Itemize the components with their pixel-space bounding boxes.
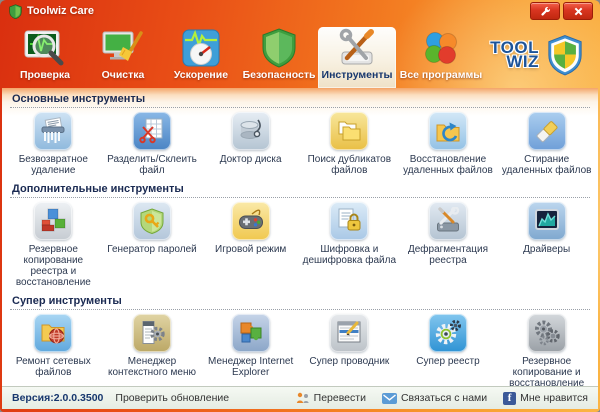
- close-button[interactable]: [563, 2, 593, 20]
- context-menu-manager-icon: [133, 314, 171, 352]
- app-shield-icon: [9, 4, 22, 19]
- game-mode-icon: [232, 202, 270, 240]
- tool-registry-defrag[interactable]: Дефрагментация реестра: [399, 202, 498, 288]
- facebook-like-link[interactable]: f Мне нравится: [503, 392, 588, 405]
- nav-tab-all-programs[interactable]: Все программы: [396, 27, 486, 88]
- shredder-icon: [34, 112, 72, 150]
- nav-tab-tools[interactable]: Инструменты: [318, 27, 396, 88]
- nav-tabs: Проверка Очистка Ускорение Безопасность …: [6, 22, 486, 88]
- tool-context-menu-manager[interactable]: Менеджер контекстного меню: [103, 314, 202, 386]
- tool-mbr-backup[interactable]: Резервное копирование и восстановление M…: [497, 314, 596, 386]
- logo-line2: WIZ: [490, 55, 539, 69]
- split-merge-icon: [133, 112, 171, 150]
- tool-restore-files[interactable]: Восстановление удаленных файлов: [399, 112, 498, 176]
- translate-link[interactable]: Перевести: [296, 392, 366, 404]
- drivers-icon: [528, 202, 566, 240]
- toolwiz-care-window: Toolwiz Care Проверка Очистка Ускорение …: [0, 0, 600, 412]
- close-icon: [574, 7, 583, 16]
- restore-files-icon: [429, 112, 467, 150]
- tool-grid: Ремонт сетевых файлов Менеджер контекстн…: [2, 310, 598, 386]
- tool-shredder[interactable]: Безвозвратное удаление: [4, 112, 103, 176]
- disk-doctor-icon: [232, 112, 270, 150]
- tools-section-2: Супер инструменты Ремонт сетевых файлов …: [2, 290, 598, 386]
- nav-tab-cleanup[interactable]: Очистка: [84, 27, 162, 88]
- tool-game-mode[interactable]: Игровой режим: [201, 202, 300, 288]
- titlebar: Toolwiz Care: [2, 0, 598, 22]
- tools-content: Основные инструменты Безвозвратное удале…: [2, 88, 598, 386]
- erase-files-icon: [528, 112, 566, 150]
- tool-super-explorer[interactable]: Супер проводник: [300, 314, 399, 386]
- translate-label: Перевести: [314, 392, 366, 404]
- statusbar-right: Перевести Связаться с нами f Мне нравитс…: [280, 392, 588, 405]
- version-label: Версия:2.0.0.3500: [12, 392, 103, 404]
- toolwiz-logo: TOOL WIZ: [490, 22, 594, 88]
- tool-ie-manager[interactable]: Менеджер Internet Explorer: [201, 314, 300, 386]
- nav-all-programs-icon: [420, 27, 462, 69]
- translate-icon: [296, 392, 310, 404]
- logo-text: TOOL WIZ: [490, 41, 539, 69]
- nav-tools-icon: [335, 27, 379, 69]
- window-title: Toolwiz Care: [27, 5, 94, 17]
- section-title: Основные инструменты: [2, 88, 598, 107]
- statusbar: Версия:2.0.0.3500 Проверить обновление П…: [2, 386, 598, 409]
- contact-link[interactable]: Связаться с нами: [382, 392, 487, 404]
- ie-manager-icon: [232, 314, 270, 352]
- facebook-icon: f: [503, 392, 516, 405]
- section-title: Супер инструменты: [2, 290, 598, 309]
- contact-label: Связаться с нами: [401, 392, 487, 404]
- like-label: Мне нравится: [520, 392, 588, 404]
- tools-section-0: Основные инструменты Безвозвратное удале…: [2, 88, 598, 178]
- tool-duplicate-finder[interactable]: Поиск дубликатов файлов: [300, 112, 399, 176]
- tool-file-encrypt[interactable]: Шифровка и дешифровка файла: [300, 202, 399, 288]
- section-title: Дополнительные инструменты: [2, 178, 598, 197]
- tool-super-registry[interactable]: Супер реестр: [399, 314, 498, 386]
- tools-section-1: Дополнительные инструменты Резервное коп…: [2, 178, 598, 290]
- network-repair-icon: [34, 314, 72, 352]
- duplicate-finder-icon: [330, 112, 368, 150]
- wrench-menu-button[interactable]: [530, 2, 560, 20]
- nav-tab-security[interactable]: Безопасность: [240, 27, 318, 88]
- tool-split-merge[interactable]: Разделить/Склеить файл: [103, 112, 202, 176]
- nav-speed-icon: [180, 27, 222, 69]
- registry-backup-icon: [34, 202, 72, 240]
- main-navigation: Проверка Очистка Ускорение Безопасность …: [2, 22, 598, 88]
- tool-erase-files[interactable]: Стирание удаленных файлов: [497, 112, 596, 176]
- password-generator-icon: [133, 202, 171, 240]
- nav-security-icon: [259, 27, 299, 69]
- wrench-icon: [540, 6, 551, 17]
- envelope-icon: [382, 393, 397, 404]
- nav-tab-check[interactable]: Проверка: [6, 27, 84, 88]
- toolwiz-shield-icon: [546, 34, 584, 76]
- tool-grid: Безвозвратное удаление Разделить/Склеить…: [2, 108, 598, 178]
- titlebar-buttons: [530, 2, 593, 20]
- file-encrypt-icon: [330, 202, 368, 240]
- tool-network-repair[interactable]: Ремонт сетевых файлов: [4, 314, 103, 386]
- super-explorer-icon: [330, 314, 368, 352]
- check-update-link[interactable]: Проверить обновление: [115, 392, 229, 404]
- registry-defrag-icon: [429, 202, 467, 240]
- tool-disk-doctor[interactable]: Доктор диска: [201, 112, 300, 176]
- tool-registry-backup[interactable]: Резервное копирование реестра и восстано…: [4, 202, 103, 288]
- super-registry-icon: [429, 314, 467, 352]
- tool-drivers[interactable]: Драйверы: [497, 202, 596, 288]
- tool-grid: Резервное копирование реестра и восстано…: [2, 198, 598, 290]
- nav-tab-speedup[interactable]: Ускорение: [162, 27, 240, 88]
- tool-password-generator[interactable]: Генератор паролей: [103, 202, 202, 288]
- mbr-backup-icon: [528, 314, 566, 352]
- nav-clean-icon: [101, 27, 145, 69]
- nav-check-icon: [23, 27, 67, 69]
